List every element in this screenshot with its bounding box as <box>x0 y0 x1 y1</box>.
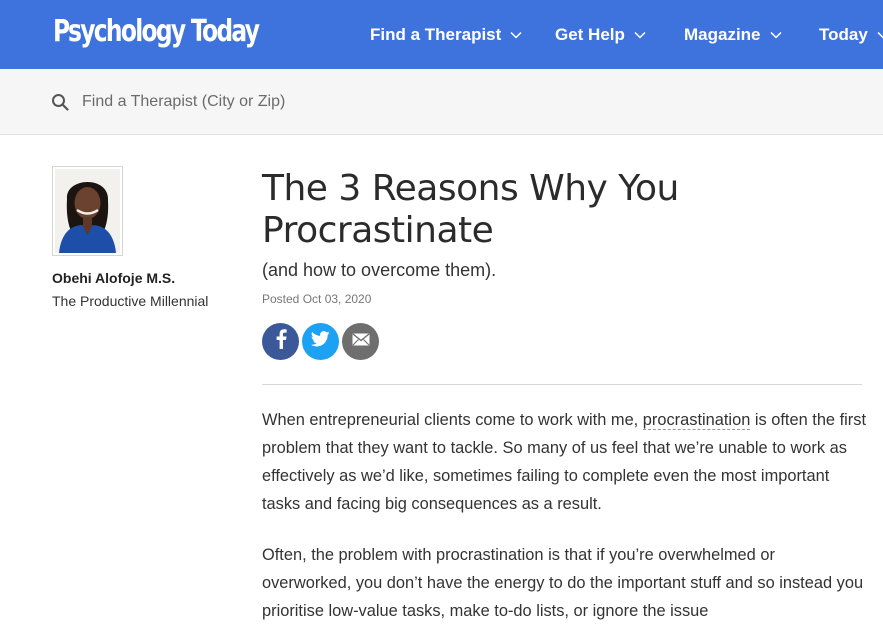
chevron-down-icon <box>634 31 646 39</box>
nav-label: Today <box>819 25 868 44</box>
chevron-down-icon <box>877 31 883 39</box>
divider <box>262 384 862 385</box>
share-email-button[interactable] <box>342 323 379 360</box>
email-icon <box>352 332 370 351</box>
chevron-down-icon <box>510 31 522 39</box>
nav-magazine[interactable]: Magazine <box>684 22 782 48</box>
site-logo[interactable]: Psychology Today <box>53 12 260 52</box>
chevron-down-icon <box>770 31 782 39</box>
author-photo[interactable] <box>52 166 123 256</box>
facebook-icon <box>275 329 287 354</box>
share-facebook-button[interactable] <box>262 323 299 360</box>
search-bar <box>0 69 883 135</box>
procrastination-link[interactable]: procrastination <box>642 411 751 430</box>
author-blog-name[interactable]: The Productive Millennial <box>52 293 208 309</box>
article-subtitle: (and how to overcome them). <box>262 260 497 280</box>
author-name[interactable]: Obehi Alofoje M.S. <box>52 270 175 286</box>
nav-find-therapist[interactable]: Find a Therapist <box>370 22 522 48</box>
nav-label: Get Help <box>555 25 625 44</box>
article-paragraph: Often, the problem with procrastination … <box>262 546 864 620</box>
top-navigation-bar: Psychology Today Find a Therapist Get He… <box>0 0 883 69</box>
nav-label: Find a Therapist <box>370 25 502 44</box>
twitter-icon <box>310 331 330 352</box>
nav-get-help[interactable]: Get Help <box>555 22 646 48</box>
nav-label: Magazine <box>684 25 761 44</box>
search-icon[interactable] <box>51 93 69 116</box>
share-twitter-button[interactable] <box>302 323 339 360</box>
article-paragraph: When entrepreneurial clients come to wor… <box>262 406 868 518</box>
paragraph-text: When entrepreneurial clients come to wor… <box>262 411 643 429</box>
article-title: The 3 Reasons Why You Procrastinate <box>262 168 679 251</box>
search-input[interactable] <box>82 89 582 115</box>
posted-date: Posted Oct 03, 2020 <box>262 292 372 306</box>
nav-today[interactable]: Today <box>819 22 883 48</box>
